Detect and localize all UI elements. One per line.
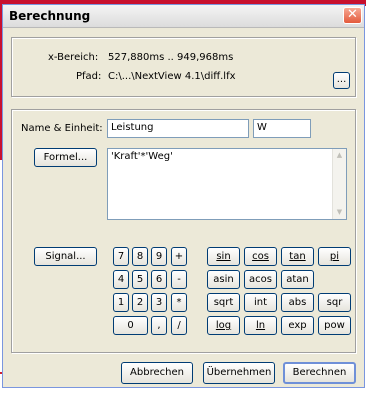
func-ln[interactable]: ln (244, 316, 277, 335)
range-value: 527,880ms .. 949,968ms (108, 52, 234, 63)
func-tan[interactable]: tan (281, 247, 314, 266)
func-ln-label: ln (255, 320, 266, 331)
browse-path-button[interactable]: ... (333, 72, 350, 89)
key-7[interactable]: 7 (113, 247, 129, 266)
formula-button-label: Formel... (43, 152, 88, 163)
key-1[interactable]: 1 (113, 293, 129, 312)
browse-label: ... (336, 74, 347, 85)
apply-button[interactable]: Übernehmen (203, 362, 275, 384)
key-multiply-label: * (176, 297, 182, 308)
close-icon: ✕ (347, 7, 358, 22)
name-input-value: Leistung (111, 122, 154, 133)
func-acos-label: acos (249, 274, 272, 285)
key-plus-label: + (174, 251, 184, 262)
path-label: Pfad: (76, 71, 102, 82)
key-multiply[interactable]: * (171, 293, 187, 312)
compute-button[interactable]: Berechnen (283, 362, 356, 384)
key-1-label: 1 (117, 297, 125, 308)
key-5-label: 5 (136, 274, 144, 285)
formula-textarea[interactable]: 'Kraft'*'Weg' ▲ ▼ (107, 148, 347, 220)
func-asin[interactable]: asin (207, 270, 240, 289)
func-abs-label: abs (288, 297, 307, 308)
key-3-label: 3 (155, 297, 163, 308)
title-bar: Berechnung ✕ (3, 5, 364, 28)
range-label: x-Bereich: (48, 52, 99, 63)
cancel-button[interactable]: Abbrechen (121, 362, 193, 384)
key-9[interactable]: 9 (151, 247, 167, 266)
formula-text: 'Kraft'*'Weg' (111, 151, 173, 162)
func-pow[interactable]: pow (318, 316, 351, 335)
dialog-title: Berechnung (9, 9, 91, 23)
key-6[interactable]: 6 (151, 270, 167, 289)
key-2[interactable]: 2 (132, 293, 148, 312)
cancel-button-label: Abbrechen (130, 367, 184, 378)
signal-button-label: Signal... (45, 251, 86, 262)
func-cos-label: cos (252, 251, 269, 262)
func-sin[interactable]: sin (207, 247, 240, 266)
key-3[interactable]: 3 (151, 293, 167, 312)
key-2-label: 2 (136, 297, 144, 308)
key-comma[interactable]: , (151, 316, 167, 335)
func-acos[interactable]: acos (244, 270, 277, 289)
info-group (11, 37, 356, 97)
signal-button[interactable]: Signal... (34, 247, 97, 266)
key-9-label: 9 (155, 251, 163, 262)
func-sqr[interactable]: sqr (318, 293, 351, 312)
unit-input-value: W (257, 122, 267, 133)
func-int[interactable]: int (244, 293, 277, 312)
key-5[interactable]: 5 (132, 270, 148, 289)
func-atan[interactable]: atan (281, 270, 314, 289)
key-8-label: 8 (136, 251, 144, 262)
func-pi-label: pi (329, 251, 340, 262)
key-divide[interactable]: / (171, 316, 187, 335)
key-minus-label: - (177, 274, 181, 285)
key-4-label: 4 (117, 274, 125, 285)
path-value: C:\...\NextView 4.1\diff.lfx (108, 71, 236, 82)
func-atan-label: atan (286, 274, 309, 285)
func-pow-label: pow (324, 320, 345, 331)
func-sqrt-label: sqrt (213, 297, 234, 308)
func-exp[interactable]: exp (281, 316, 314, 335)
func-abs[interactable]: abs (281, 293, 314, 312)
func-log[interactable]: log (207, 316, 240, 335)
key-0-label: 0 (127, 320, 134, 331)
func-int-label: int (253, 297, 268, 308)
key-minus[interactable]: - (171, 270, 187, 289)
func-sqr-label: sqr (326, 297, 343, 308)
formula-scrollbar[interactable]: ▲ ▼ (332, 149, 346, 219)
calculation-dialog: Berechnung ✕ x-Bereich: 527,880ms .. 949… (2, 4, 365, 388)
key-6-label: 6 (155, 274, 163, 285)
func-log-label: log (215, 320, 232, 331)
name-input[interactable]: Leistung (107, 119, 249, 138)
func-cos[interactable]: cos (244, 247, 277, 266)
scroll-down-icon[interactable]: ▼ (334, 207, 345, 218)
func-tan-label: tan (289, 251, 306, 262)
key-7-label: 7 (117, 251, 125, 262)
formula-button[interactable]: Formel... (34, 148, 97, 167)
func-exp-label: exp (288, 320, 307, 331)
func-sqrt[interactable]: sqrt (207, 293, 240, 312)
key-plus[interactable]: + (171, 247, 187, 266)
key-comma-label: , (157, 320, 161, 331)
key-4[interactable]: 4 (113, 270, 129, 289)
scroll-up-icon[interactable]: ▲ (334, 150, 345, 161)
compute-button-label: Berechnen (292, 367, 347, 378)
key-0[interactable]: 0 (113, 316, 148, 335)
key-8[interactable]: 8 (132, 247, 148, 266)
unit-input[interactable]: W (253, 119, 311, 138)
func-sin-label: sin (216, 251, 231, 262)
close-button[interactable]: ✕ (343, 7, 362, 24)
func-asin-label: asin (213, 274, 234, 285)
apply-button-label: Übernehmen (206, 367, 272, 378)
func-pi[interactable]: pi (318, 247, 351, 266)
key-divide-label: / (177, 320, 181, 331)
name-unit-label: Name & Einheit: (21, 123, 103, 134)
